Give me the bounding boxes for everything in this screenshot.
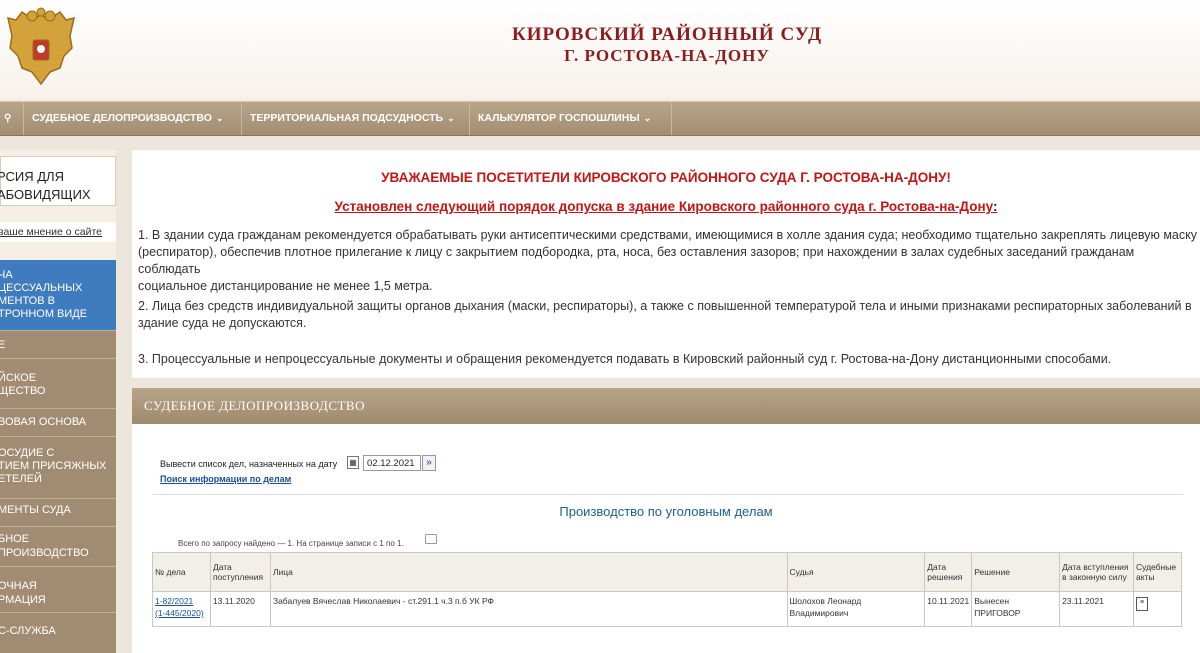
chevron-down-icon: ⌄ [643, 113, 652, 123]
criminal-cases-title: Производство по уголовным делам [559, 504, 773, 519]
court-proceedings-section: СУДЕБНОЕ ДЕЛОПРОИЗВОДСТВО Вывести список… [132, 388, 1200, 653]
case-number-old-link[interactable]: (1-445/2020) [155, 608, 204, 618]
sidebar-item[interactable]: ВОВАЯ ОСНОВА [0, 408, 116, 436]
sidebar-opinion-label: ваше мнение о сайте [0, 226, 103, 238]
col-persons: Лица [269, 552, 788, 592]
nav-item-jurisdiction[interactable]: ТЕРРИТОРИАЛЬНАЯ ПОДСУДНОСТЬ ⌄ [242, 102, 470, 135]
sidebar-item-label: ПРОИЗВОДСТВО [0, 547, 89, 559]
table-row: 1-82/2021 (1-445/2020) 13.11.2020 Забалу… [152, 591, 1183, 627]
sidebar-item-label: ТИЕМ ПРИСЯЖНЫХ [0, 460, 107, 472]
notice-paragraph-1: 1. В здании суда гражданам рекомендуется… [138, 227, 1200, 295]
sidebar-item-label: РМАЦИЯ [0, 594, 46, 606]
cases-table: № дела Дата поступления Лица Судья Дата … [152, 552, 1183, 627]
notice-paragraph-2: 2. Лица без средств индивидуальной защит… [138, 298, 1200, 332]
sidebar-item-label: БНОЕ [0, 533, 30, 545]
sidebar-blind-line2: АБОВИДЯЩИХ [0, 187, 91, 202]
cell-received: 13.11.2020 [209, 591, 271, 627]
col-judicial-acts: Судебные акты [1132, 552, 1183, 592]
chevron-down-icon: ⌄ [447, 113, 455, 123]
sidebar-item-label: ВОВАЯ ОСНОВА [0, 416, 87, 428]
sidebar-item-label: ЙСКОЕ [0, 372, 37, 384]
sidebar-item-label: С-СЛУЖБА [0, 625, 56, 637]
case-number-link[interactable]: 1-82/2021 [155, 596, 193, 606]
show-list-button[interactable]: » [422, 455, 436, 471]
section-title: СУДЕБНОЕ ДЕЛОПРОИЗВОДСТВО [144, 398, 365, 413]
notice-line: социальное дистанцирование не менее 1,5 … [138, 279, 433, 293]
notice-line: здание суда не допускаются. [138, 316, 307, 330]
divider [153, 494, 1183, 495]
site-header: КИРОВСКИЙ РАЙОННЫЙ СУД Г. РОСТОВА-НА-ДОН… [0, 0, 1200, 100]
notice-paragraph-3: 3. Процессуальные и непроцессуальные док… [138, 352, 1112, 366]
sidebar-blind-version[interactable]: РСИЯ ДЛЯ АБОВИДЯЩИХ [0, 156, 116, 206]
col-case-no: № дела [152, 552, 211, 592]
cell-case-no: 1-82/2021 (1-445/2020) [152, 591, 211, 627]
col-decision-date: Дата решения [924, 552, 973, 592]
sidebar-blind-line1: РСИЯ ДЛЯ [0, 169, 64, 184]
col-effective-date: Дата вступления в законную силу [1059, 552, 1134, 592]
sidebar-item-label: ЦЕССУАЛЬНЫХ [0, 282, 83, 294]
cell-effective-date: 23.11.2021 [1059, 591, 1134, 627]
results-count: Всего по запросу найдено — 1. На страниц… [178, 539, 404, 548]
date-input[interactable]: 02.12.2021 [363, 455, 421, 471]
nav-search[interactable]: ⚲ [0, 102, 24, 135]
sidebar-item-label: ТРОННОМ ВИДЕ [0, 308, 88, 320]
sidebar-item[interactable]: ОСУДИЕ С ТИЕМ ПРИСЯЖНЫХ ЕТЕЛЕЙ [0, 436, 116, 498]
sidebar-item-label: ЕТЕЛЕЙ [0, 473, 42, 485]
nav-item-court-proceedings[interactable]: СУДЕБНОЕ ДЕЛОПРОИЗВОДСТВО ⌄ [24, 102, 242, 135]
nav-item-label: СУДЕБНОЕ ДЕЛОПРОИЗВОДСТВО [32, 112, 212, 124]
nav-item-fee-calculator[interactable]: КАЛЬКУЛЯТОР ГОСПОШЛИНЫ ⌄ [470, 102, 672, 135]
cell-decision: Вынесен ПРИГОВОР [971, 591, 1061, 627]
court-title-line1: КИРОВСКИЙ РАЙОННЫЙ СУД [511, 24, 823, 45]
sidebar-item-label: ЧА [0, 269, 13, 281]
notice-subheading: Установлен следующий порядок допуска в з… [132, 199, 1200, 214]
sidebar-item-electronic-docs[interactable]: ЧА ЦЕССУАЛЬНЫХ МЕНТОВ В ТРОННОМ ВИДЕ [0, 260, 116, 330]
table-header-row: № дела Дата поступления Лица Судья Дата … [152, 552, 1183, 592]
nav-item-label: КАЛЬКУЛЯТОР ГОСПОШЛИНЫ [478, 112, 640, 124]
cell-decision-date: 10.11.2021 [924, 591, 973, 627]
covid-notice: УВАЖАЕМЫЕ ПОСЕТИТЕЛИ КИРОВСКОГО РАЙОННОГ… [132, 150, 1200, 378]
nav-item-label: ТЕРРИТОРИАЛЬНАЯ ПОДСУДНОСТЬ [250, 112, 444, 124]
notice-subheading-colon: : [992, 199, 998, 214]
notice-line: (респиратор), обеспечив плотное прилеган… [138, 245, 1135, 276]
col-decision: Решение [971, 552, 1061, 592]
sidebar-item[interactable]: БНОЕ ПРОИЗВОДСТВО [0, 526, 116, 566]
search-icon: ⚲ [4, 113, 12, 124]
col-judge: Судья [786, 552, 926, 592]
cell-persons: Забалуев Вячеслав Николаевич - ст.291.1 … [269, 591, 788, 627]
notice-subheading-text: Установлен следующий порядок допуска в з… [334, 199, 993, 214]
date-filter-label: Вывести список дел, назначенных на дату [160, 459, 338, 469]
section-header: СУДЕБНОЕ ДЕЛОПРОИЗВОДСТВО [132, 388, 1200, 424]
col-received: Дата поступления [209, 552, 271, 592]
sidebar-item[interactable]: С-СЛУЖБА [0, 612, 116, 653]
notice-line: 2. Лица без средств индивидуальной защит… [138, 299, 1192, 313]
calendar-icon[interactable]: ▦ [347, 456, 359, 469]
sidebar-item-label: Е [0, 339, 6, 351]
main-nav: ⚲ СУДЕБНОЕ ДЕЛОПРОИЗВОДСТВО ⌄ ТЕРРИТОРИАЛ… [0, 101, 1200, 136]
notice-heading: УВАЖАЕМЫЕ ПОСЕТИТЕЛИ КИРОВСКОГО РАЙОННОГ… [381, 170, 951, 185]
sidebar-item[interactable]: ЙСКОЕ ЩЕСТВО [0, 358, 116, 408]
sidebar-item-label: ЩЕСТВО [0, 385, 46, 397]
cell-judge: Шолохов Леонард Владимирович [786, 591, 926, 627]
sidebar-item-label: МЕНТОВ В [0, 295, 55, 307]
print-icon[interactable] [425, 534, 437, 544]
court-title-line2: Г. РОСТОВА-НА-ДОНУ [564, 46, 770, 65]
sidebar-opinion-link[interactable]: ваше мнение о сайте [0, 222, 116, 242]
sidebar: РСИЯ ДЛЯ АБОВИДЯЩИХ ваше мнение о сайте … [0, 150, 116, 653]
document-icon[interactable]: ≡ [1135, 597, 1148, 611]
chevron-down-icon: ⌄ [215, 113, 224, 123]
sidebar-item-label: ОЧНАЯ [0, 580, 37, 592]
sidebar-item[interactable]: ОЧНАЯ РМАЦИЯ [0, 566, 116, 612]
sidebar-item-label: МЕНТЫ СУДА [0, 504, 71, 516]
sidebar-item[interactable]: МЕНТЫ СУДА [0, 498, 116, 526]
sidebar-item-label: ОСУДИЕ С [0, 447, 55, 459]
notice-line: 1. В здании суда гражданам рекомендуется… [138, 228, 1197, 242]
cell-judicial-acts: ≡ [1132, 591, 1183, 627]
sidebar-item[interactable]: Е [0, 330, 116, 358]
case-search-link[interactable]: Поиск информации по делам [160, 474, 291, 484]
